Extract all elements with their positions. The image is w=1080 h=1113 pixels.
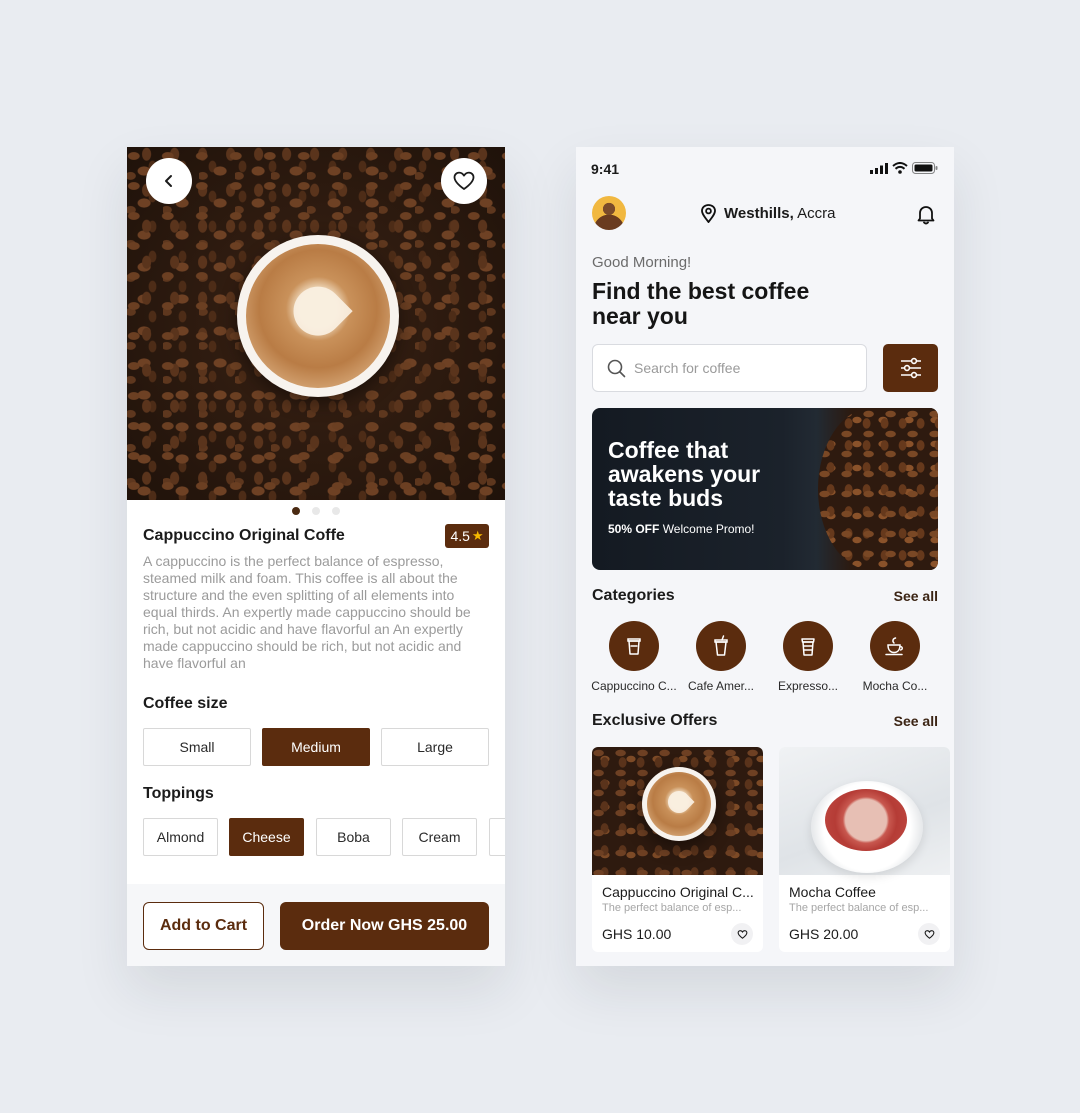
promo-subtitle: 50% OFF Welcome Promo!: [608, 522, 755, 536]
size-option-large[interactable]: Large: [381, 728, 489, 766]
offer-card[interactable]: Cappuccino Original C... The perfect bal…: [592, 747, 763, 952]
offers-header: Exclusive Offers See all: [592, 712, 938, 730]
order-now-button[interactable]: Order Now GHS 25.00: [280, 902, 489, 950]
wifi-icon: [892, 162, 908, 174]
categories-see-all-link[interactable]: See all: [894, 588, 938, 604]
signal-icon: [870, 162, 888, 174]
category-icon-circle: [783, 621, 833, 671]
offer-price: GHS 20.00: [789, 926, 859, 942]
product-title: Cappuccino Original Coffe: [143, 527, 345, 544]
categories-title: Categories: [592, 587, 675, 604]
promo-title: Coffee that awakens your taste buds: [608, 437, 761, 511]
offer-card[interactable]: Mocha Coffee The perfect balance of esp.…: [779, 747, 950, 952]
rating-badge: 4.5 ★: [445, 524, 489, 548]
promo-discount: 50% OFF: [608, 522, 660, 536]
coffee-cup-lid-icon: [801, 638, 815, 656]
topping-option-almond[interactable]: Almond: [143, 818, 218, 856]
category-item[interactable]: Mocha Co...: [850, 621, 940, 693]
coffee-beans-image: [818, 408, 938, 570]
carousel-dot[interactable]: [332, 507, 340, 515]
category-item[interactable]: Cafe Amer...: [676, 621, 766, 693]
location-pin-icon: [701, 204, 716, 223]
cappuccino-cup-image: [237, 235, 399, 397]
product-hero-image: [127, 147, 505, 500]
filter-button[interactable]: [883, 344, 938, 392]
categories-header: Categories See all: [592, 587, 938, 605]
promo-banner[interactable]: Coffee that awakens your taste buds 50% …: [592, 408, 938, 570]
latte-cup-icon: [885, 637, 903, 656]
coffee-size-label: Coffee size: [143, 695, 228, 712]
sliders-icon: [900, 357, 921, 379]
notification-bell-icon[interactable]: [915, 203, 937, 225]
category-icon-circle: [696, 621, 746, 671]
offers-see-all-link[interactable]: See all: [894, 713, 938, 729]
category-item[interactable]: Expresso...: [763, 621, 853, 693]
product-detail-screen: Cappuccino Original Coffe 4.5 ★ A cappuc…: [127, 147, 505, 966]
location-region: Accra: [793, 205, 836, 222]
offer-name: Cappuccino Original C...: [602, 884, 754, 900]
chevron-left-icon: [165, 175, 172, 187]
offer-image: [592, 747, 763, 875]
topping-option-boba[interactable]: Boba: [316, 818, 391, 856]
greeting-text: Good Morning!: [592, 254, 692, 271]
search-input[interactable]: [634, 360, 854, 376]
promo-text: Welcome Promo!: [659, 522, 755, 536]
offers-title: Exclusive Offers: [592, 712, 718, 729]
search-box[interactable]: [592, 344, 867, 392]
home-screen: 9:41 Westhills, Accra Good Morning! Find…: [576, 147, 954, 966]
offer-favorite-button[interactable]: [918, 923, 940, 945]
star-icon: ★: [471, 528, 484, 543]
location-selector[interactable]: Westhills, Accra: [700, 204, 835, 223]
battery-icon: [912, 162, 938, 174]
favorite-button[interactable]: [441, 158, 487, 204]
page-headline: Find the best coffee near you: [592, 278, 810, 329]
heart-outline-icon: [924, 929, 934, 939]
category-item[interactable]: Cappuccino C...: [589, 621, 679, 693]
carousel-dot[interactable]: [312, 507, 320, 515]
carousel-dot[interactable]: [292, 507, 300, 515]
offer-description: The perfect balance of esp...: [789, 902, 929, 914]
topping-option-cheese[interactable]: Cheese: [229, 818, 304, 856]
image-carousel-indicator: [127, 507, 505, 515]
user-avatar[interactable]: [592, 196, 626, 230]
size-option-small[interactable]: Small: [143, 728, 251, 766]
offer-image: [779, 747, 950, 875]
heart-outline-icon: [737, 929, 747, 939]
takeaway-cup-icon: [627, 638, 641, 655]
category-icon-circle: [609, 621, 659, 671]
status-time: 9:41: [591, 161, 620, 177]
add-to-cart-button[interactable]: Add to Cart: [143, 902, 264, 950]
toppings-label: Toppings: [143, 785, 214, 802]
offer-name: Mocha Coffee: [789, 884, 876, 900]
offer-description: The perfect balance of esp...: [602, 902, 742, 914]
offer-price: GHS 10.00: [602, 926, 672, 942]
offer-favorite-button[interactable]: [731, 923, 753, 945]
back-button[interactable]: [146, 158, 192, 204]
topping-option-cream[interactable]: Cream: [402, 818, 477, 856]
topping-option-next[interactable]: [489, 818, 505, 856]
product-description: A cappuccino is the perfect balance of e…: [143, 553, 471, 671]
status-icons: [870, 162, 938, 174]
category-label: Cappuccino C...: [591, 679, 677, 693]
category-label: Mocha Co...: [862, 679, 928, 693]
category-label: Cafe Amer...: [687, 679, 755, 693]
heart-outline-icon: [453, 171, 475, 190]
location-city: Westhills,: [724, 205, 794, 222]
search-icon: [607, 359, 626, 377]
rating-value: 4.5: [450, 528, 470, 544]
size-option-medium[interactable]: Medium: [262, 728, 370, 766]
iced-cup-icon: [714, 635, 728, 656]
category-icon-circle: [870, 621, 920, 671]
category-label: Expresso...: [777, 679, 839, 693]
